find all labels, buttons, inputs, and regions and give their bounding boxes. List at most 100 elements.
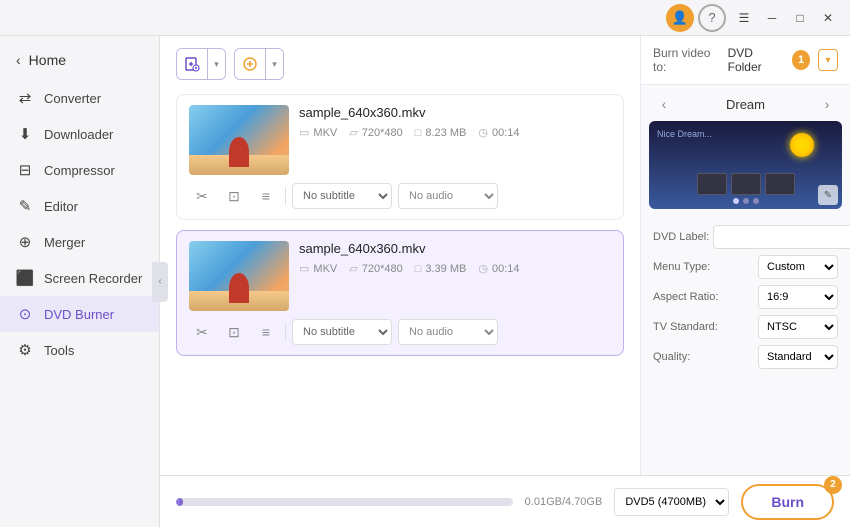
minimize-button[interactable]: ─ bbox=[758, 7, 786, 29]
resolution-icon-1: ▱ bbox=[349, 126, 357, 139]
settings-button-1[interactable]: ≡ bbox=[253, 183, 279, 209]
theme-edit-button[interactable]: ✎ bbox=[818, 185, 838, 205]
converter-icon: ⇄ bbox=[16, 89, 34, 107]
subtitle-select-1[interactable]: No subtitle bbox=[292, 183, 392, 209]
add-file-button[interactable] bbox=[177, 49, 207, 79]
theme-dot-1 bbox=[733, 198, 739, 204]
add-from-btn-group[interactable]: ▾ bbox=[234, 48, 284, 80]
file-actions-1: ✂ ⊡ ≡ No subtitle No audio bbox=[189, 183, 611, 209]
back-icon: ‹ bbox=[16, 52, 21, 68]
sidebar-item-editor[interactable]: ✎ Editor bbox=[0, 188, 159, 224]
burn-dest-dropdown[interactable]: ▾ bbox=[818, 49, 838, 71]
format-icon-1: ▭ bbox=[299, 126, 309, 139]
file-card-1: sample_640x360.mkv ▭ MKV ▱ 720*480 bbox=[176, 94, 624, 220]
help-icon: ? bbox=[698, 4, 726, 32]
quality-select[interactable]: Standard bbox=[758, 345, 838, 369]
theme-overlay-text: Nice Dream... bbox=[657, 129, 712, 139]
add-file-btn-group[interactable]: ▾ bbox=[176, 48, 226, 80]
app-body: ‹ Home ⇄ Converter ⬇ Downloader ⊟ Compre… bbox=[0, 36, 850, 527]
sidebar-item-compressor[interactable]: ⊟ Compressor bbox=[0, 152, 159, 188]
crop-button-1[interactable]: ⊡ bbox=[221, 183, 247, 209]
theme-next-button[interactable]: › bbox=[816, 93, 838, 115]
settings-button-2[interactable]: ≡ bbox=[253, 319, 279, 345]
file-card-top-2: sample_640x360.mkv ▭ MKV ▱ 720*480 bbox=[189, 241, 611, 311]
tv-standard-select[interactable]: NTSC bbox=[758, 315, 838, 339]
sidebar-item-screen-recorder[interactable]: ⬛ Screen Recorder bbox=[0, 260, 159, 296]
close-button[interactable]: ✕ bbox=[814, 7, 842, 29]
add-from-button[interactable] bbox=[235, 49, 265, 79]
file-thumbnail-2 bbox=[189, 241, 289, 311]
tv-standard-label: TV Standard: bbox=[653, 321, 718, 333]
settings-form: DVD Label: Menu Type: Custom Aspect Rati… bbox=[641, 217, 850, 377]
burn-dest-text: DVD Folder bbox=[728, 46, 784, 74]
sidebar-item-downloader[interactable]: ⬇ Downloader bbox=[0, 116, 159, 152]
theme-dot-3 bbox=[753, 198, 759, 204]
divider-1 bbox=[285, 187, 286, 205]
home-label: Home bbox=[29, 52, 66, 68]
sidebar-item-label: Compressor bbox=[44, 163, 115, 178]
sidebar-item-tools[interactable]: ⚙ Tools bbox=[0, 332, 159, 368]
burn-button[interactable]: Burn bbox=[741, 484, 834, 520]
add-from-dropdown-arrow[interactable]: ▾ bbox=[265, 49, 283, 79]
main-inner: ▾ ▾ bbox=[160, 36, 850, 475]
theme-moon bbox=[790, 133, 814, 157]
burn-to-label: Burn video to: bbox=[653, 46, 720, 74]
screen-recorder-icon: ⬛ bbox=[16, 269, 34, 287]
format-item-2: ▭ MKV bbox=[299, 262, 337, 275]
sidebar-item-dvd-burner[interactable]: ⊙ DVD Burner bbox=[0, 296, 159, 332]
compressor-icon: ⊟ bbox=[16, 161, 34, 179]
progress-bar bbox=[176, 498, 513, 506]
progress-size-label: 0.01GB/4.70GB bbox=[525, 496, 603, 508]
crop-button-2[interactable]: ⊡ bbox=[221, 319, 247, 345]
sidebar-item-label: Downloader bbox=[44, 127, 113, 142]
menu-type-label: Menu Type: bbox=[653, 261, 710, 273]
file-meta-1: ▭ MKV ▱ 720*480 □ 8.23 MB bbox=[299, 126, 611, 139]
cut-button-2[interactable]: ✂ bbox=[189, 319, 215, 345]
dvd-label-label: DVD Label: bbox=[653, 231, 709, 243]
aspect-ratio-label: Aspect Ratio: bbox=[653, 291, 718, 303]
size-item-2: □ 3.39 MB bbox=[415, 263, 467, 275]
sidebar-collapse-handle[interactable]: ‹ bbox=[152, 262, 168, 302]
add-file-dropdown-arrow[interactable]: ▾ bbox=[207, 49, 225, 79]
user-icon: 👤 bbox=[666, 4, 694, 32]
size-value-2: 3.39 MB bbox=[425, 263, 466, 275]
menu-button[interactable]: ☰ bbox=[730, 7, 758, 29]
theme-prev-button[interactable]: ‹ bbox=[653, 93, 675, 115]
cut-button-1[interactable]: ✂ bbox=[189, 183, 215, 209]
burn-btn-wrapper: 2 Burn bbox=[741, 484, 834, 520]
aspect-ratio-select[interactable]: 16:9 bbox=[758, 285, 838, 309]
sidebar-item-converter[interactable]: ⇄ Converter bbox=[0, 80, 159, 116]
theme-thumb-3 bbox=[765, 173, 795, 195]
theme-dot-2 bbox=[743, 198, 749, 204]
subtitle-select-2[interactable]: No subtitle bbox=[292, 319, 392, 345]
menu-type-select[interactable]: Custom bbox=[758, 255, 838, 279]
theme-preview: ‹ Dream › Nice Dream... bbox=[641, 85, 850, 217]
dvd-burner-icon: ⊙ bbox=[16, 305, 34, 323]
duration-value-2: 00:14 bbox=[492, 263, 520, 275]
resolution-value-1: 720*480 bbox=[362, 127, 403, 139]
file-name-1: sample_640x360.mkv bbox=[299, 105, 611, 120]
sidebar-item-label: Converter bbox=[44, 91, 101, 106]
tv-standard-row: TV Standard: NTSC bbox=[653, 315, 838, 339]
burn-header: Burn video to: DVD Folder 1 ▾ bbox=[641, 36, 850, 85]
sidebar-home[interactable]: ‹ Home bbox=[0, 44, 159, 76]
sidebar-item-merger[interactable]: ⊕ Merger bbox=[0, 224, 159, 260]
file-meta-2: ▭ MKV ▱ 720*480 □ 3.39 MB bbox=[299, 262, 611, 275]
duration-icon-2: ◷ bbox=[478, 262, 488, 275]
bottom-bar: 0.01GB/4.70GB DVD5 (4700MB) 2 Burn bbox=[160, 475, 850, 527]
quality-label: Quality: bbox=[653, 351, 690, 363]
dvd-label-input[interactable] bbox=[713, 225, 850, 249]
disc-type-select[interactable]: DVD5 (4700MB) bbox=[614, 488, 729, 516]
audio-select-1[interactable]: No audio bbox=[398, 183, 498, 209]
audio-select-2[interactable]: No audio bbox=[398, 319, 498, 345]
theme-thumb-2 bbox=[731, 173, 761, 195]
format-item-1: ▭ MKV bbox=[299, 126, 337, 139]
quality-row: Quality: Standard bbox=[653, 345, 838, 369]
progress-fill bbox=[176, 498, 183, 506]
editor-icon: ✎ bbox=[16, 197, 34, 215]
maximize-button[interactable]: □ bbox=[786, 7, 814, 29]
merger-icon: ⊕ bbox=[16, 233, 34, 251]
size-icon-2: □ bbox=[415, 263, 422, 275]
theme-thumb-1 bbox=[697, 173, 727, 195]
divider-2 bbox=[285, 323, 286, 341]
